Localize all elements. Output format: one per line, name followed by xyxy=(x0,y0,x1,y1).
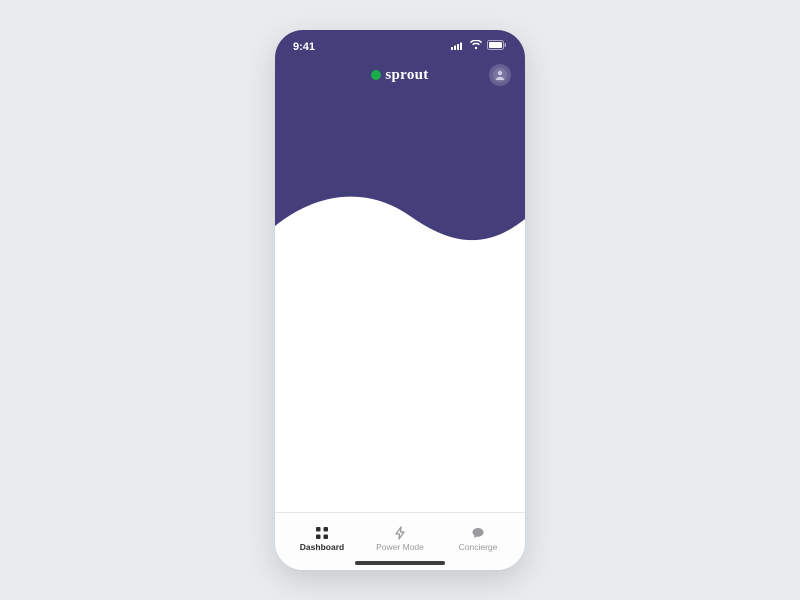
chat-icon xyxy=(471,526,485,540)
phone-frame: 9:41 sprout xyxy=(275,30,525,570)
tab-label: Concierge xyxy=(459,542,498,552)
bolt-icon xyxy=(393,526,407,540)
empty-content xyxy=(275,30,525,512)
content: Dashboard Power Mode Concierge xyxy=(275,30,525,570)
tab-concierge[interactable]: Concierge xyxy=(439,526,517,552)
tab-dashboard[interactable]: Dashboard xyxy=(283,526,361,552)
home-indicator[interactable] xyxy=(355,561,445,565)
tab-label: Power Mode xyxy=(376,542,424,552)
tab-label: Dashboard xyxy=(300,542,344,552)
grid-icon xyxy=(315,526,329,540)
tab-power-mode[interactable]: Power Mode xyxy=(361,526,439,552)
